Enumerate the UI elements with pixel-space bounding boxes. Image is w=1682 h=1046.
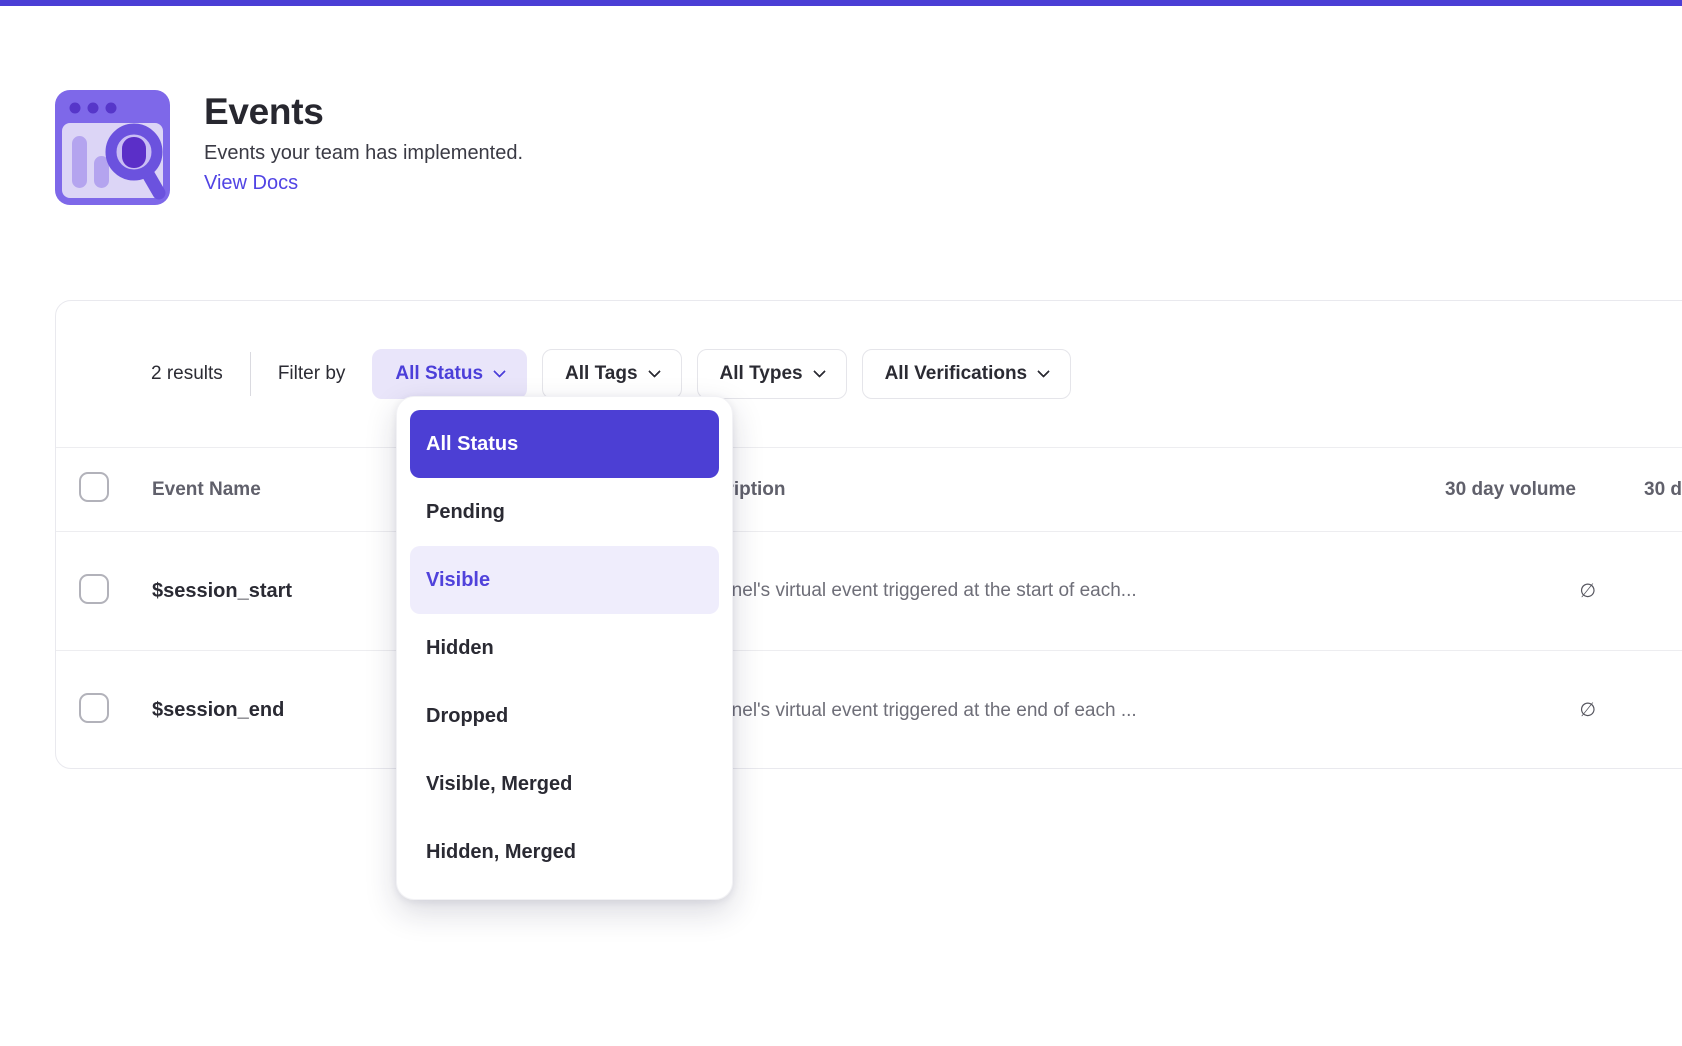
results-count: 2 results	[151, 363, 223, 385]
status-option-pending[interactable]: Pending	[410, 478, 719, 546]
column-header-30-day-volume: 30 day volume	[1445, 479, 1596, 501]
filter-by-label: Filter by	[278, 363, 346, 385]
filter-all-verifications[interactable]: All Verifications	[862, 349, 1072, 399]
filter-all-status[interactable]: All Status	[372, 349, 527, 399]
events-app-icon	[55, 90, 170, 205]
events-table-card: 2 results Filter by All Status All Tags …	[55, 300, 1682, 769]
top-accent-bar	[0, 0, 1682, 6]
status-option-all-status[interactable]: All Status	[410, 410, 719, 478]
table-header-row: Event Name Description 30 day volume 30 …	[56, 447, 1682, 532]
status-option-hidden-merged[interactable]: Hidden, Merged	[410, 818, 719, 886]
column-header-30-day-users: 30 d	[1596, 479, 1682, 501]
chevron-down-icon	[493, 365, 506, 378]
browser-analytics-icon	[55, 90, 170, 205]
chevron-down-icon	[813, 365, 826, 378]
chevron-down-icon	[1037, 365, 1050, 378]
event-description: Mixpanel's virtual event triggered at th…	[681, 580, 1321, 602]
event-30-day-volume: ∅	[1579, 580, 1596, 603]
page-subtitle: Events your team has implemented.	[204, 142, 523, 165]
filter-pills: All Status All Tags All Types All Verifi…	[372, 349, 1071, 399]
select-all-checkbox[interactable]	[79, 472, 109, 502]
status-option-dropped[interactable]: Dropped	[410, 682, 719, 750]
view-docs-link[interactable]: View Docs	[204, 172, 298, 195]
chevron-down-icon	[648, 365, 661, 378]
filter-all-tags[interactable]: All Tags	[542, 349, 682, 399]
filter-label: All Tags	[565, 363, 638, 385]
filter-label: All Verifications	[885, 363, 1028, 385]
status-option-hidden[interactable]: Hidden	[410, 614, 719, 682]
filter-bar: 2 results Filter by All Status All Tags …	[56, 301, 1682, 447]
filter-all-types[interactable]: All Types	[697, 349, 847, 399]
status-dropdown-menu: All Status Pending Visible Hidden Droppe…	[396, 396, 733, 900]
status-option-visible-merged[interactable]: Visible, Merged	[410, 750, 719, 818]
status-option-visible[interactable]: Visible	[410, 546, 719, 614]
filter-label: All Status	[395, 363, 483, 385]
row-checkbox[interactable]	[79, 693, 109, 723]
row-checkbox[interactable]	[79, 574, 109, 604]
table-row[interactable]: $session_end Mixpanel's virtual event tr…	[56, 651, 1682, 770]
event-description: Mixpanel's virtual event triggered at th…	[681, 700, 1321, 722]
page-title: Events	[204, 92, 523, 133]
table-row[interactable]: $session_start Mixpanel's virtual event …	[56, 532, 1682, 651]
filter-label: All Types	[720, 363, 803, 385]
column-header-description: Description	[681, 479, 1321, 501]
vertical-divider	[250, 352, 251, 396]
event-30-day-volume: ∅	[1579, 699, 1596, 722]
page-header: Events Events your team has implemented.…	[55, 90, 523, 205]
